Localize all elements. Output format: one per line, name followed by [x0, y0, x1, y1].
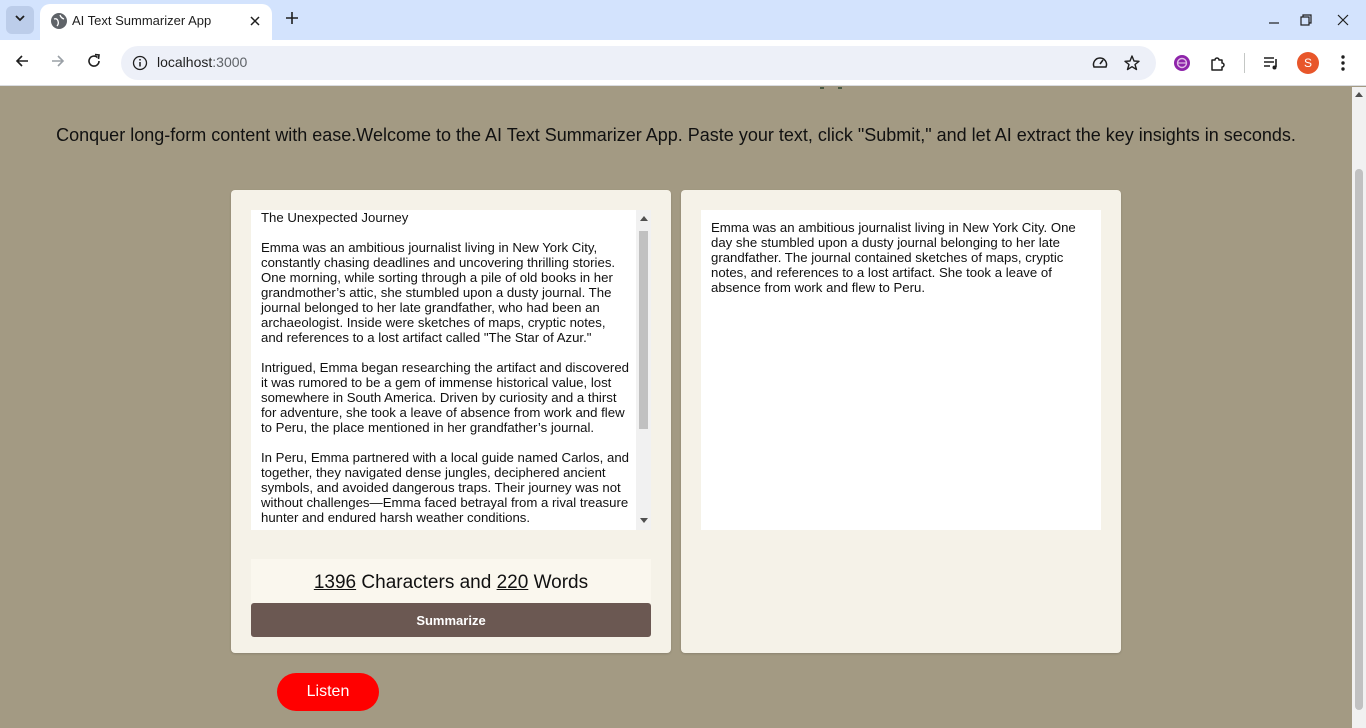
text-stats: 1396 Characters and 220 Words [251, 559, 651, 603]
back-button[interactable] [8, 49, 36, 77]
close-icon[interactable] [246, 12, 264, 30]
input-paragraph: In Peru, Emma partnered with a local gui… [261, 450, 629, 525]
page-scrollbar[interactable] [1352, 87, 1366, 728]
page-title-clipped [818, 87, 848, 93]
input-card: The Unexpected Journey Emma was an ambit… [231, 190, 671, 653]
scroll-up-icon[interactable] [636, 210, 651, 226]
globe-icon [51, 13, 67, 29]
listen-button[interactable]: Listen [277, 673, 379, 711]
tab-title: AI Text Summarizer App [72, 13, 212, 28]
url-port: :3000 [212, 54, 248, 70]
summary-text: Emma was an ambitious journalist living … [711, 220, 1076, 295]
output-card: Emma was an ambitious journalist living … [681, 190, 1121, 653]
url-text: localhost:3000 [157, 54, 247, 70]
word-count: 220 [496, 572, 529, 593]
page-scroll-thumb[interactable] [1355, 169, 1363, 710]
info-icon[interactable] [129, 52, 151, 74]
input-scrollbar[interactable] [636, 210, 651, 530]
input-paragraph: Emma was an ambitious journalist living … [261, 240, 616, 345]
browser-tab-active[interactable]: AI Text Summarizer App [40, 4, 272, 40]
input-paragraph: Intrigued, Emma began researching the ar… [261, 360, 629, 435]
summary-output: Emma was an ambitious journalist living … [701, 210, 1101, 530]
characters-label: Characters and [356, 572, 497, 593]
scroll-down-icon[interactable] [636, 513, 651, 529]
kebab-menu-icon[interactable] [1332, 52, 1354, 74]
reload-button[interactable] [80, 49, 108, 77]
browser-toolbar: localhost:3000 S [0, 40, 1366, 86]
chevron-down-icon [14, 11, 26, 29]
input-text-content: The Unexpected Journey Emma was an ambit… [261, 210, 631, 530]
browser-tab-bar: AI Text Summarizer App [0, 0, 1366, 40]
words-label: Words [528, 572, 589, 593]
window-controls [1256, 0, 1366, 40]
puzzle-icon[interactable] [1207, 52, 1229, 74]
tab-search-button[interactable] [6, 6, 34, 34]
toolbar-separator [1244, 53, 1245, 73]
gauge-icon[interactable] [1089, 52, 1111, 74]
forward-button[interactable] [44, 49, 72, 77]
input-paragraph: The Unexpected Journey [261, 210, 409, 225]
address-bar[interactable]: localhost:3000 [121, 46, 1156, 80]
reload-icon [86, 53, 102, 74]
summarize-button[interactable]: Summarize [251, 603, 651, 637]
arrow-right-icon [50, 53, 66, 74]
plus-icon [285, 11, 299, 30]
arrow-left-icon [14, 53, 30, 74]
restore-button[interactable] [1292, 0, 1320, 40]
input-scroll-thumb[interactable] [639, 231, 648, 429]
scroll-up-icon[interactable] [1352, 87, 1366, 101]
star-icon[interactable] [1121, 52, 1143, 74]
intro-text: Conquer long-form content with ease.Welc… [56, 125, 1296, 145]
extension-icon[interactable] [1171, 52, 1193, 74]
text-input-area[interactable]: The Unexpected Journey Emma was an ambit… [251, 210, 651, 530]
avatar[interactable]: S [1297, 52, 1319, 74]
new-tab-button[interactable] [280, 8, 304, 32]
close-window-button[interactable] [1320, 0, 1366, 40]
minimize-button[interactable] [1256, 0, 1292, 40]
page-content: Conquer long-form content with ease.Welc… [0, 87, 1352, 728]
media-queue-icon[interactable] [1260, 52, 1282, 74]
url-host: localhost [157, 54, 213, 70]
character-count: 1396 [313, 572, 357, 593]
